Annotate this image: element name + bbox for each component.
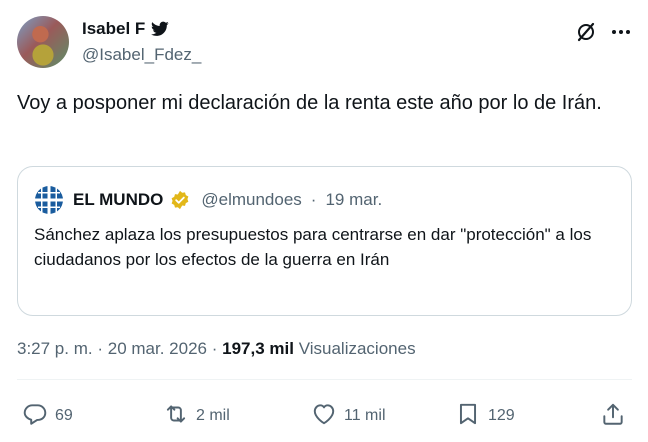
share-button[interactable] (600, 403, 626, 429)
quote-header: EL MUNDO @elmundoes · 19 mar. (34, 185, 382, 215)
quote-separator: · (310, 190, 317, 209)
more-icon[interactable] (609, 20, 633, 44)
reply-count: 69 (55, 407, 73, 424)
reply-icon (22, 401, 48, 432)
like-count: 11 mil (344, 407, 386, 424)
el-mundo-logo[interactable] (34, 185, 64, 215)
author-name-row: Isabel F (82, 19, 170, 39)
tweet-card: Isabel F @Isabel_Fdez_ Voy a posponer mi… (0, 0, 648, 442)
quote-text: Sánchez aplaza los presupuestos para cen… (34, 225, 592, 269)
quote-date[interactable]: 19 mar. (325, 190, 382, 210)
author-handle[interactable]: @Isabel_Fdez_ (82, 45, 201, 65)
tweet-meta: 3:27 p. m. · 20 mar. 2026 · 197,3 mil Vi… (17, 339, 416, 359)
repost-count: 2 mil (196, 407, 230, 424)
tweet-date[interactable]: 20 mar. 2026 (108, 339, 207, 358)
verified-gold-icon (170, 190, 190, 210)
reply-button[interactable]: 69 (22, 403, 73, 429)
quoted-tweet[interactable]: EL MUNDO @elmundoes · 19 mar. Sánchez ap… (17, 166, 632, 316)
quote-display-name[interactable]: EL MUNDO (73, 190, 163, 210)
bookmark-button[interactable]: 129 (455, 403, 515, 429)
like-icon (311, 401, 337, 432)
like-button[interactable]: 11 mil (311, 403, 386, 429)
share-icon (600, 401, 626, 432)
tweet-text: Voy a posponer mi declaración de la rent… (17, 92, 602, 114)
grok-icon[interactable] (574, 20, 598, 44)
repost-icon (163, 401, 189, 432)
meta-separator: · (97, 339, 104, 358)
repost-button[interactable]: 2 mil (163, 403, 230, 429)
quote-handle[interactable]: @elmundoes (201, 190, 301, 210)
avatar[interactable] (17, 16, 69, 68)
bookmark-icon (455, 401, 481, 432)
divider (17, 379, 632, 380)
bird-icon (151, 21, 170, 37)
tweet-time[interactable]: 3:27 p. m. (17, 339, 93, 358)
views-count[interactable]: 197,3 mil (222, 339, 294, 358)
bookmark-count: 129 (488, 407, 515, 424)
meta-separator: · (211, 339, 218, 358)
author-display-name[interactable]: Isabel F (82, 19, 145, 39)
views-label[interactable]: Visualizaciones (299, 339, 416, 358)
